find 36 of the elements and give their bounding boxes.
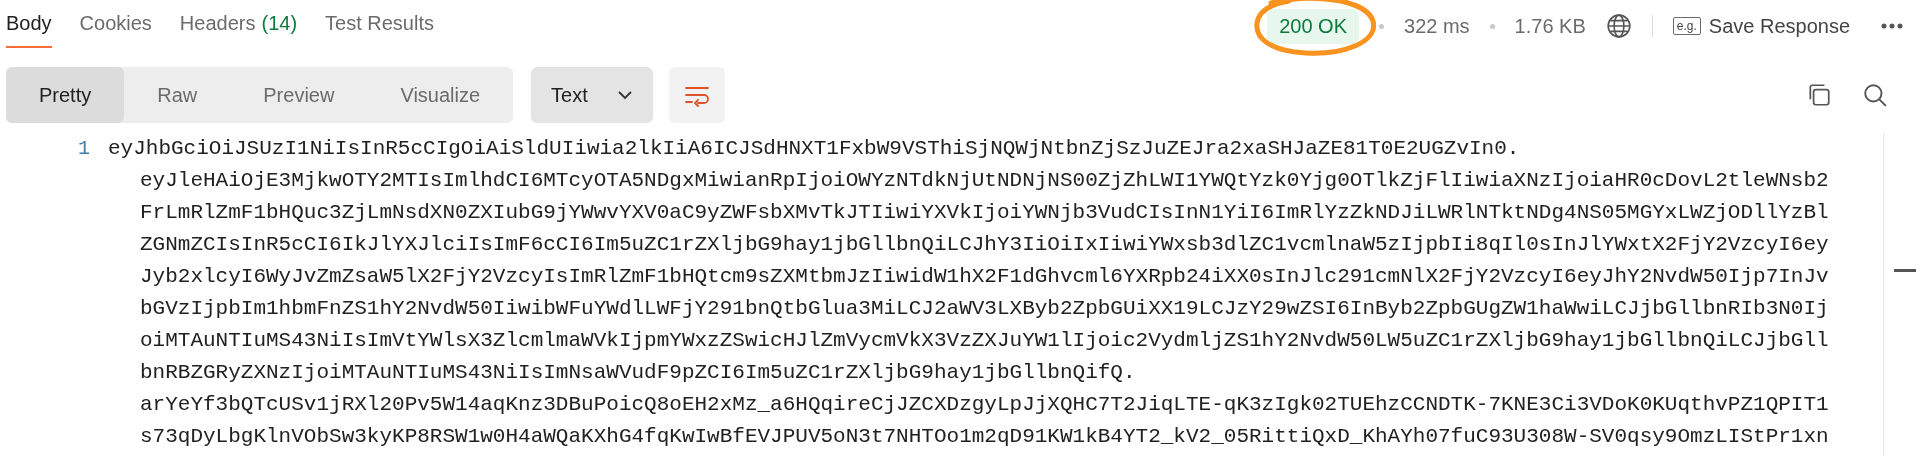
- view-mode-tab[interactable]: Pretty: [6, 67, 125, 123]
- code-line: ZGNmZCIsInR5cCI6IkJlYXJlciIsImF6cCI6Im5uZC1rZXljbG9hay1jbGllbnQiLCJhY3IiOiIxIiwiYWxsb3dlZC1vcmlnaW5zIjpbIi8qIl0sInJlYWxtX2FjY2VzcyI6ey: [139, 232, 1829, 258]
- response-tab[interactable]: Test Results: [325, 0, 434, 48]
- response-tab[interactable]: Headers (14): [179, 0, 298, 48]
- wrap-lines-button[interactable]: [669, 67, 726, 123]
- response-tab[interactable]: Cookies: [79, 0, 152, 48]
- globe-icon[interactable]: [1605, 13, 1632, 39]
- code-line: oiMTAuNTIuMS43NiIsImVtYWlsX3ZlcmlmaWVkIjpmYWxzZSwicHJlZmVycmVkX3VzZXJuYW1lIjoic2VydmljZS1hY2NvdW50LW5uZC1rZXljbG9hay1jbGllbnQiLCJjbGll: [139, 328, 1829, 354]
- response-size: 1.76 KB: [1514, 14, 1586, 38]
- tab-label: Test Results: [325, 11, 434, 35]
- code-line: FrLmRlZmF1bHQuc3ZjLmNsdXN0ZXIubG9jYWwvYXV0aC9yZWFsbXMvTkJTIiwiYXVkIjoiYWNjb3VudCIsInN1YiI6ImRlYzZkNDJiLWRlNTktNDg4NS05MGYxLWZjODllYzBl: [139, 200, 1829, 226]
- response-tab[interactable]: Body: [6, 0, 52, 48]
- search-icon[interactable]: [1862, 82, 1888, 108]
- view-mode-tab[interactable]: Visualize: [367, 67, 514, 123]
- view-mode-tab[interactable]: Raw: [124, 67, 231, 123]
- code-line: eyJhbGciOiJSUzI1NiIsInR5cCIgOiAiSldUIiwia2lkIiA6ICJSdHNXT1FxbW9VSThiSjNQWjNtbnZjSzJuZEJra2xaSHJaZE81T0E2UGZvIn0.: [108, 136, 1520, 162]
- code-line: Jyb2xlcyI6WyJvZmZsaW5lX2FjY2VzcyIsImRlZmF1bHQtcm9sZXMtbmJzIiwidW1hX2F1dGhvcml6YXRpb24iXX0sInJlc291cmNlX2FjY2VzcyI6eyJhY2NvdW50Ijp7InJv: [139, 264, 1829, 290]
- code-line: s73qDyLbgKlnVObSw3kyKP8RSW1w0H4aWQaKXhG4fqKwIwBfEVJPUV5oN3t7NHTOo1m2qD91KW1kB4YT2_kV2_05RittiQxD_KhAYh07fuC93U308W-SV0qsy9OmzLIStPr1xn: [139, 424, 1829, 450]
- line-number: 1: [78, 136, 90, 162]
- response-time: 322 ms: [1404, 14, 1470, 38]
- more-icon[interactable]: [1880, 22, 1904, 30]
- tab-label: Headers: [179, 11, 256, 35]
- copy-icon[interactable]: [1806, 82, 1832, 108]
- view-mode-tab[interactable]: Preview: [230, 67, 368, 123]
- save-response-button[interactable]: e.g. Save Response: [1672, 14, 1850, 38]
- chevron-down-icon: [617, 90, 634, 100]
- scrollbar-thumb[interactable]: [1894, 269, 1916, 272]
- tab-count: (14): [261, 11, 298, 35]
- format-dropdown[interactable]: Text: [531, 67, 654, 123]
- code-line: bGVzIjpbIm1hbmFnZS1hY2NvdW50IiwibWFuYWdlLWFjY291bnQtbGlua3MiLCJ2aWV3LXByb2ZpbGUiXX19LCJzY29wZSI6InByb2ZpbGUgZW1haWwiLCJjbGllbnRIb3N0Ij: [139, 296, 1829, 322]
- code-line: arYeYf3bQTcUSv1jRXl20Pv5W14aqKnz3DBuPoicQ8oEH2xMz_a6HQqireCjJZCXDzgyLpJjXQHC7T2JiqLTE-qK3zIgk02TUEhzCCNDTK-7KNE3Ci3VDoK0KUqthvPZ1QPIT1: [139, 392, 1829, 418]
- code-line: eyJleHAiOjE3MjkwOTY2MTIsImlhdCI6MTcyOTA5NDgxMiwianRpIjoiOWYzNTdkNjUtNDNjNS00ZjZhLWI1YWQtYzk0Yjg0OTlkZjFlIiwiaXNzIjoiaHR0cDovL2tleWNsb2: [139, 168, 1829, 194]
- status-code: 200 OK: [1267, 8, 1359, 44]
- tab-label: Cookies: [79, 11, 152, 35]
- code-line: bnRBZGRyZXNzIjoiMTAuNTIuMS43NiIsImNsaWVudF9pZCI6Im5uZC1rZXljbG9hay1jbGllbnQifQ.: [139, 360, 1136, 386]
- tab-label: Body: [6, 11, 52, 35]
